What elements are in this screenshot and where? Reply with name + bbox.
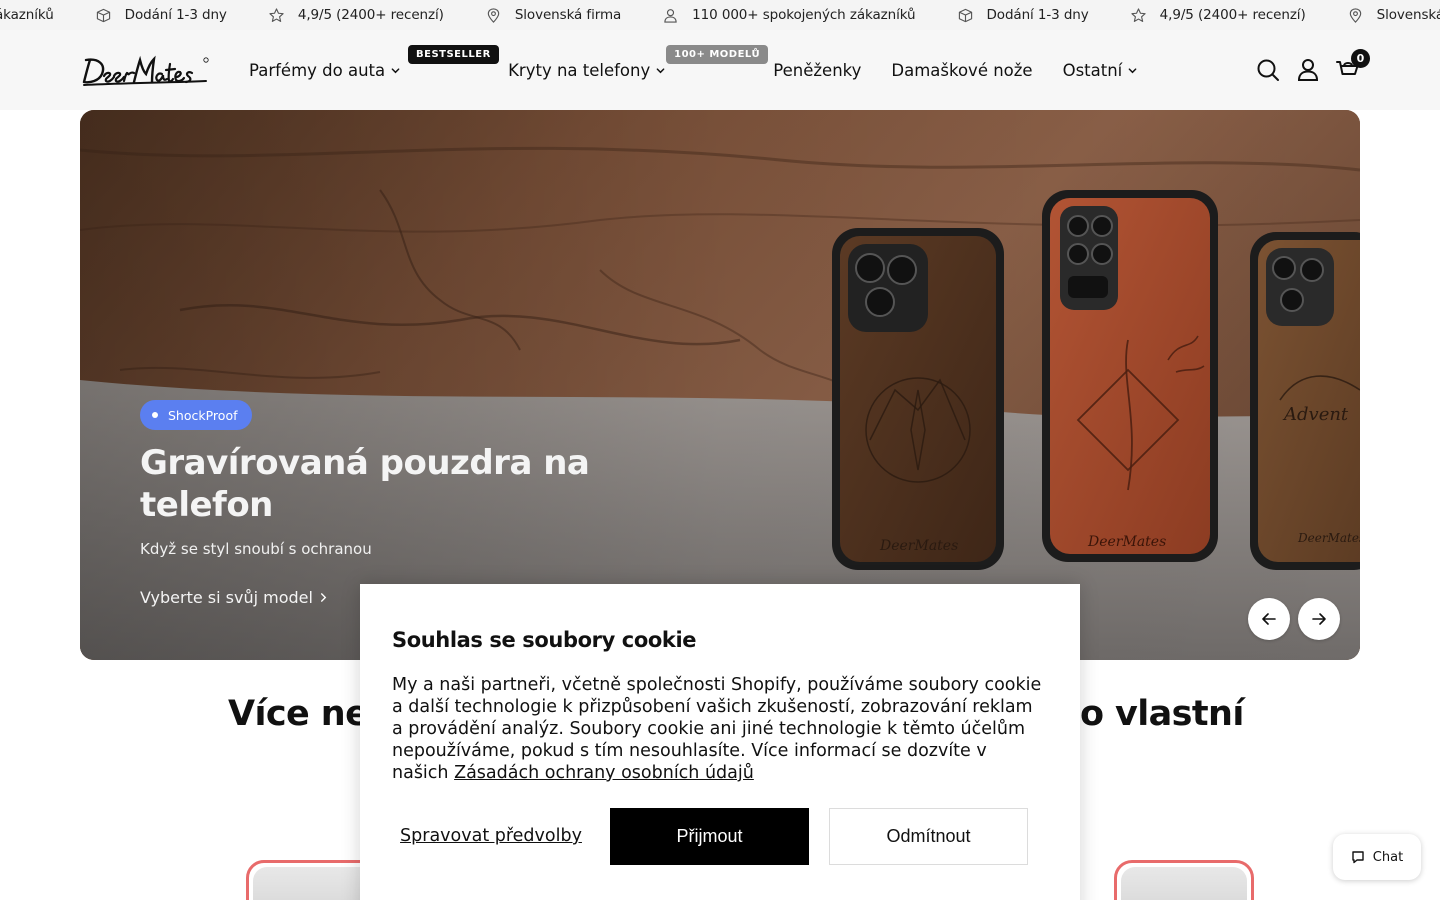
product-card-image	[1121, 867, 1247, 900]
cookie-text: My a naši partneři, včetně společnosti S…	[392, 674, 1048, 784]
hero-cta-link[interactable]: Vyberte si svůj model	[140, 588, 328, 607]
nav-label: Peněženky	[773, 60, 862, 80]
hero-title: Gravírovaná pouzdra na telefon	[140, 443, 590, 525]
accept-button[interactable]: Přijmout	[610, 808, 809, 865]
nav-badge: BESTSELLER	[408, 44, 499, 64]
nav-item-parfemy[interactable]: Parfémy do auta BESTSELLER	[249, 44, 499, 80]
announcement-text: 4,9/5 (2400+ recenzí)	[297, 7, 444, 23]
privacy-policy-link[interactable]: Zásadách ochrany osobních údajů	[454, 763, 754, 783]
chevron-down-icon	[656, 66, 665, 75]
nav-label: Damaškové nože	[891, 60, 1033, 80]
star-icon	[269, 7, 284, 23]
hero-subtitle: Když se styl snoubí s ochranou	[140, 540, 372, 558]
location-pin-icon	[486, 7, 501, 23]
announcement-text: zákazníků	[0, 7, 54, 23]
svg-text:DeerMates: DeerMates	[1087, 534, 1166, 550]
announcement-text: 110 000+ spokojených zákazníků	[692, 7, 916, 23]
search-icon[interactable]	[1256, 58, 1280, 82]
nav-label: Parfémy do auta	[249, 60, 386, 80]
announcement-text: Slovenská firma	[1376, 7, 1440, 23]
user-icon	[663, 8, 678, 23]
announcement-item: Slovenská firma	[486, 7, 621, 23]
arrow-left-icon	[1262, 613, 1276, 625]
announcement-text: Dodání 1-3 dny	[986, 7, 1089, 23]
nav-label: Ostatní	[1062, 60, 1123, 80]
announcement-item: 110 000+ spokojených zákazníků	[663, 7, 916, 23]
hero-content: ShockProof Gravírovaná pouzdra na telefo…	[140, 400, 600, 607]
hero-tag: ShockProof	[140, 400, 252, 430]
main-nav: Parfémy do auta BESTSELLER Kryty na telefo…	[249, 30, 1167, 110]
decline-button[interactable]: Odmítnout	[829, 808, 1028, 865]
nav-item-penezenky[interactable]: Peněženky	[773, 61, 861, 80]
announcement-bar: zákazníků Dodání 1-3 dny 4,9/5 (2400+ rec…	[0, 0, 1440, 30]
hero-tag-label: ShockProof	[168, 407, 238, 423]
announcement-item: Dodání 1-3 dny	[96, 7, 227, 23]
announcement-text: Slovenská firma	[514, 7, 622, 23]
account-icon[interactable]	[1296, 58, 1320, 82]
box-icon	[96, 8, 111, 23]
chat-bubble-icon	[1352, 851, 1364, 864]
announcement-item: zákazníků	[0, 7, 54, 23]
site-header: Parfémy do auta BESTSELLER Kryty na telefo…	[0, 30, 1440, 110]
svg-text:Advent: Advent	[1282, 404, 1349, 425]
section-title-right: o vlastní	[1080, 694, 1244, 734]
nav-item-kryty[interactable]: Kryty na telefony 100+ MODELŮ	[508, 44, 769, 80]
hero-slider: DeerMates DeerMates Advent DeerMates Sho…	[80, 110, 1360, 660]
announcement-text: 4,9/5 (2400+ recenzí)	[1159, 7, 1306, 23]
slider-prev-button[interactable]	[1248, 598, 1290, 640]
product-card[interactable]	[1114, 860, 1254, 900]
nav-item-ostatni[interactable]: Ostatní	[1063, 61, 1138, 80]
chevron-down-icon	[1128, 66, 1137, 75]
arrow-right-icon	[1312, 613, 1326, 625]
svg-text:DeerMates: DeerMates	[879, 538, 958, 554]
cart-icon[interactable]: 0	[1336, 49, 1370, 82]
chevron-down-icon	[391, 66, 400, 75]
hero-cta-label: Vyberte si svůj model	[140, 588, 313, 607]
announcement-item: Slovenská firma	[1348, 7, 1440, 23]
chat-label: Chat	[1372, 849, 1404, 865]
star-icon	[1131, 7, 1146, 23]
tag-dot-icon	[152, 412, 158, 418]
nav-label: Kryty na telefony	[508, 60, 651, 80]
announcement-text: Dodání 1-3 dny	[124, 7, 227, 23]
nav-item-nože[interactable]: Damaškové nože	[891, 61, 1032, 80]
announcement-track: zákazníků Dodání 1-3 dny 4,9/5 (2400+ rec…	[0, 0, 1440, 30]
cookie-title: Souhlas se soubory cookie	[392, 628, 697, 652]
nav-badge: 100+ MODELŮ	[666, 44, 769, 64]
deermates-logo-icon	[82, 55, 209, 86]
box-icon	[958, 8, 973, 23]
slider-next-button[interactable]	[1298, 598, 1340, 640]
announcement-item: 4,9/5 (2400+ recenzí)	[1131, 7, 1306, 23]
announcement-item: Dodání 1-3 dny	[958, 7, 1089, 23]
chat-button[interactable]: Chat	[1333, 834, 1421, 880]
announcement-item: 4,9/5 (2400+ recenzí)	[269, 7, 444, 23]
svg-text:DeerMates: DeerMates	[1297, 531, 1360, 545]
cookie-actions: Spravovat předvolby Přijmout Odmítnout	[392, 808, 1048, 865]
cookie-consent-dialog: Souhlas se soubory cookie My a naši part…	[360, 584, 1080, 900]
chevron-right-icon	[319, 593, 328, 602]
header-icons: 0	[1240, 30, 1370, 110]
logo[interactable]	[80, 52, 210, 90]
location-pin-icon	[1348, 7, 1363, 23]
manage-preferences-button[interactable]: Spravovat předvolby	[392, 826, 590, 847]
cart-count-badge: 0	[1351, 49, 1370, 68]
